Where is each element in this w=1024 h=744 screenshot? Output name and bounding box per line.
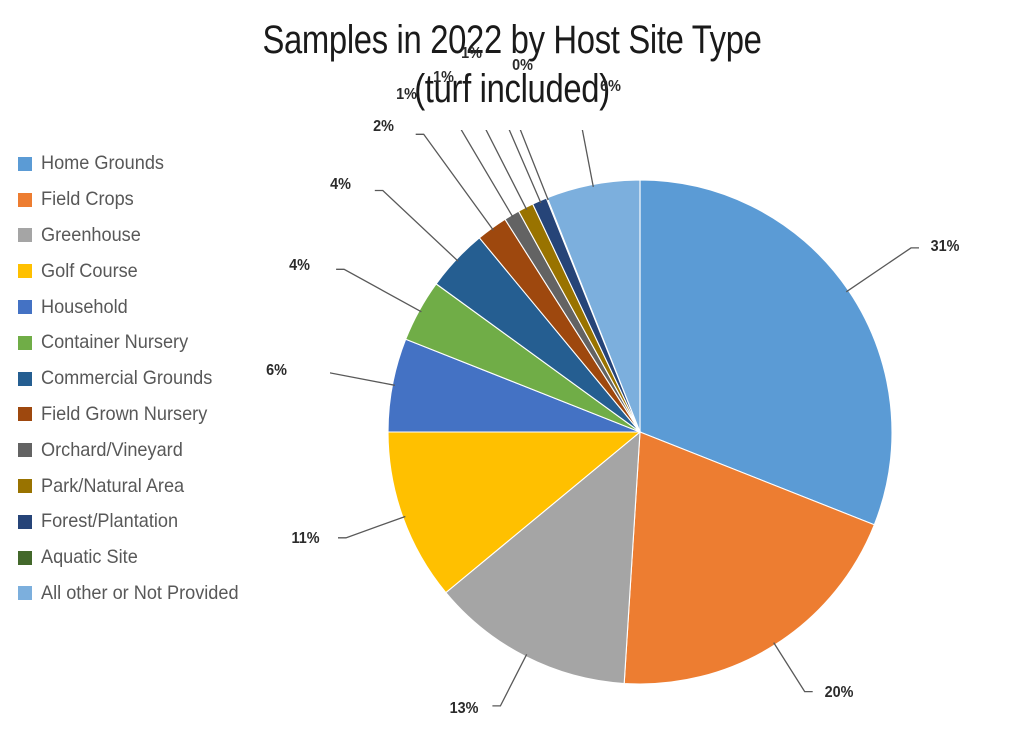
legend-swatch-icon [18,335,32,350]
legend-item[interactable]: Aquatic Site [18,540,308,576]
leader-line [581,130,594,188]
legend-item-label: Home Grounds [41,152,164,175]
legend-swatch-icon [18,586,32,601]
pie-data-label: 4% [289,257,311,275]
legend-item-label: Aquatic Site [41,546,138,569]
legend-item[interactable]: Golf Course [18,253,308,289]
legend-item-label: Household [41,295,128,318]
legend-item[interactable]: Greenhouse [18,218,308,254]
leader-line [492,654,528,707]
legend-swatch-icon [18,192,32,207]
legend-item-label: Container Nursery [41,331,189,354]
legend-swatch-icon [18,514,32,529]
pie-data-label: 4% [329,176,351,194]
legend-item-label: Greenhouse [41,223,141,246]
pie-data-label: 11% [291,529,320,547]
chart-legend: Home Grounds Field Crops Greenhouse Golf Co… [18,146,308,611]
legend-item[interactable]: Park/Natural Area [18,468,308,504]
legend-item-label: Forest/Plantation [41,510,179,533]
pie-plot-area: 31% 20% 13% 11% 6% 4% 4% 2% 1% 1% 1% 0% 6% [266,45,970,730]
pie-data-label: 31% [930,237,960,255]
pie-chart-figure: Samples in 2022 by Host Site Type (turf … [0,0,1024,744]
leader-line [338,515,406,539]
legend-swatch-icon [18,264,32,279]
legend-item-label: Field Grown Nursery [41,402,208,425]
pie-data-label: 1% [461,45,482,63]
legend-item-label: Golf Course [41,259,138,282]
legend-swatch-icon [18,443,32,458]
legend-item[interactable]: Home Grounds [18,146,308,182]
legend-swatch-icon [18,407,32,422]
leader-line [508,130,542,204]
pie-data-label: 13% [450,699,479,717]
legend-item-label: Orchard/Vineyard [41,438,183,461]
leader-line [773,642,813,693]
pie-slices [387,179,893,685]
legend-item[interactable]: Field Grown Nursery [18,397,308,433]
legend-item-label: Commercial Grounds [41,367,213,390]
leader-line [845,247,919,293]
legend-item[interactable]: Field Crops [18,182,308,218]
legend-item[interactable]: Commercial Grounds [18,361,308,397]
leader-line [336,268,422,313]
legend-item[interactable]: All other or Not Provided [18,576,308,612]
legend-item[interactable]: Container Nursery [18,325,308,361]
legend-swatch-icon [18,156,32,171]
legend-swatch-icon [18,300,32,315]
legend-item-label: Field Crops [41,188,134,211]
legend-item-label: All other or Not Provided [41,581,239,604]
pie-data-label: 1% [433,68,455,86]
legend-item[interactable]: Orchard/Vineyard [18,432,308,468]
legend-item-label: Park/Natural Area [41,474,185,497]
pie-data-label: 2% [372,118,394,136]
leader-line [374,189,459,262]
pie-data-label: 6% [599,78,621,96]
legend-item[interactable]: Forest/Plantation [18,504,308,540]
leader-line [415,133,494,231]
legend-item[interactable]: Household [18,289,308,325]
legend-swatch-icon [18,550,32,565]
pie-data-label: 1% [396,86,417,104]
pie-data-label: 6% [266,361,288,379]
pie-data-label: 20% [824,683,854,701]
legend-swatch-icon [18,371,32,386]
pie-data-label: 0% [512,56,533,74]
legend-swatch-icon [18,479,32,494]
legend-swatch-icon [18,228,32,243]
leader-line [330,372,396,386]
pie-svg [330,130,919,707]
